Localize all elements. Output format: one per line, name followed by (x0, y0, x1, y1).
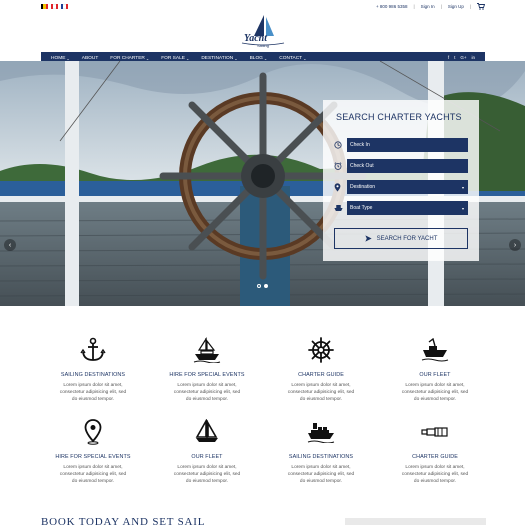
dropdown-arrow-icon: ▾ (461, 184, 464, 190)
twitter-icon[interactable]: t (454, 55, 455, 60)
linkedin-icon[interactable]: in (471, 55, 475, 60)
feature-card: OUR FLEET Lorem ipsum dolor sit amet, con… (150, 418, 264, 485)
feature-card: SAILING DESTINATIONS Lorem ipsum dolor s… (264, 418, 378, 485)
feature-card: HIRE FOR SPECIAL EVENTS Lorem ipsum dolo… (150, 336, 264, 403)
clock-icon (334, 138, 347, 152)
feature-text: Lorem ipsum dolor sit amet, consectetur a… (173, 383, 241, 402)
anchor-icon (36, 336, 150, 364)
feature-card: SAILING DESTINATIONS Lorem ipsum dolor s… (36, 336, 150, 403)
booking-form-box (345, 518, 486, 525)
book-today-heading: BOOK TODAY AND SET SAIL (41, 516, 206, 525)
phone-number: + 800 986 5358 (376, 4, 408, 9)
feature-title: SAILING DESTINATIONS (288, 454, 354, 460)
location-pin-icon (334, 180, 347, 194)
send-icon (364, 235, 372, 242)
feature-text: Lorem ipsum dolor sit amet, consectetur a… (59, 465, 127, 484)
canada-flag[interactable] (51, 4, 58, 9)
cart-icon[interactable] (477, 3, 485, 10)
feature-card: OUR FLEET Lorem ipsum dolor sit amet, con… (378, 336, 492, 403)
feature-title: HIRE FOR SPECIAL EVENTS (169, 372, 245, 378)
search-panel: SEARCH CHARTER YACHTS Check In Check Out… (323, 100, 479, 261)
feature-text: Lorem ipsum dolor sit amet, consectetur a… (59, 383, 127, 402)
alarm-clock-icon (334, 159, 347, 173)
search-for-yacht-button[interactable]: SEARCH FOR YACHT (334, 228, 468, 249)
boat-icon (334, 201, 347, 215)
features-section: SAILING DESTINATIONS Lorem ipsum dolor s… (36, 336, 492, 496)
ship-wheel-icon (264, 336, 378, 364)
facebook-icon[interactable]: f (448, 55, 449, 60)
belgium-flag[interactable] (41, 4, 48, 9)
language-flags (41, 4, 68, 9)
feature-text: Lorem ipsum dolor sit amet, consectetur a… (287, 383, 355, 402)
feature-title: CHARTER GUIDE (298, 372, 344, 378)
logo-subtitle: Sailing (257, 43, 269, 48)
feature-text: Lorem ipsum dolor sit amet, consectetur a… (401, 383, 469, 402)
ship-icon (150, 336, 264, 364)
dropdown-arrow-icon: ▾ (461, 205, 464, 211)
social-links: f t G+ in (448, 55, 475, 60)
slider-dot-active[interactable] (264, 284, 268, 288)
slider-dot[interactable] (257, 284, 261, 288)
feature-card: CHARTER GUIDE Lorem ipsum dolor sit amet… (378, 418, 492, 485)
sailboat-icon (150, 418, 264, 446)
france-flag[interactable] (61, 4, 68, 9)
feature-title: OUR FLEET (191, 454, 223, 460)
site-logo[interactable]: Yacht Sailing (240, 14, 286, 48)
search-title: SEARCH CHARTER YACHTS (336, 112, 462, 122)
top-bar: + 800 986 5358 | Sign In | Sign Up | (0, 0, 525, 14)
feature-title: HIRE FOR SPECIAL EVENTS (55, 454, 131, 460)
google-plus-icon[interactable]: G+ (460, 55, 466, 60)
feature-card: HIRE FOR SPECIAL EVENTS Lorem ipsum dolo… (36, 418, 150, 485)
feature-title: SAILING DESTINATIONS (60, 372, 126, 378)
destination-select[interactable]: Destination ▾ (347, 180, 468, 194)
sign-in-link[interactable]: Sign In (421, 4, 435, 9)
feature-title: CHARTER GUIDE (412, 454, 458, 460)
feature-text: Lorem ipsum dolor sit amet, consectetur a… (287, 465, 355, 484)
sign-up-link[interactable]: Sign Up (448, 4, 464, 9)
map-pin-icon (36, 418, 150, 446)
slider-next-button[interactable]: › (509, 239, 521, 251)
slider-dots (257, 284, 268, 288)
feature-text: Lorem ipsum dolor sit amet, consectetur a… (173, 465, 241, 484)
speedboat-icon (378, 336, 492, 364)
feature-card: CHARTER GUIDE Lorem ipsum dolor sit amet… (264, 336, 378, 403)
check-in-field[interactable]: Check In (347, 138, 468, 152)
telescope-icon (378, 418, 492, 446)
boat-type-select[interactable]: Boat Type ▾ (347, 201, 468, 215)
slider-prev-button[interactable]: ‹ (4, 239, 16, 251)
feature-title: OUR FLEET (419, 372, 451, 378)
check-out-field[interactable]: Check Out (347, 159, 468, 173)
cargo-ship-icon (264, 418, 378, 446)
feature-text: Lorem ipsum dolor sit amet, consectetur a… (401, 465, 469, 484)
